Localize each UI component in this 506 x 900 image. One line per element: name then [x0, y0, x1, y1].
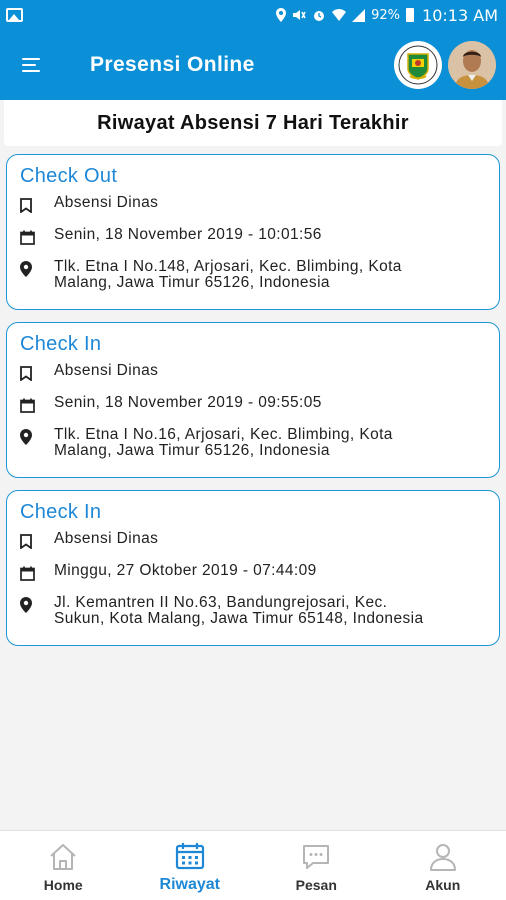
nav-label-pesan: Pesan	[295, 876, 337, 893]
signal-icon	[352, 8, 366, 22]
nav-item-riwayat[interactable]: Riwayat	[127, 831, 254, 900]
alarm-icon	[314, 11, 325, 21]
location-pin-icon	[20, 596, 40, 614]
attendance-card[interactable]: Check Out Absensi Dinas Senin, 18 Novemb…	[6, 154, 500, 310]
battery-icon	[406, 8, 415, 22]
user-icon	[429, 843, 456, 871]
wifi-icon	[332, 9, 347, 21]
calendar-icon	[20, 564, 40, 582]
nav-item-home[interactable]: Home	[0, 831, 127, 900]
bookmark-icon	[20, 196, 40, 214]
nav-label-home: Home	[43, 876, 83, 893]
calendar-icon	[175, 842, 204, 869]
status-bar: 92% 10:13 AM	[0, 0, 506, 30]
bookmark-icon	[20, 364, 40, 382]
attendance-address: Tlk. Etna I No.16, Arjosari, Kec. Blimbi…	[54, 427, 393, 459]
address-line-2: Malang, Jawa Timur 65126, Indonesia	[54, 274, 330, 291]
battery-percent: 92%	[371, 7, 401, 23]
attendance-datetime: Minggu, 27 Oktober 2019 - 07:44:09	[54, 562, 317, 579]
menu-icon[interactable]	[22, 57, 42, 73]
nav-label-akun: Akun	[425, 876, 461, 893]
status-time: 10:13 AM	[422, 5, 498, 25]
avatar[interactable]	[448, 41, 496, 89]
nav-label-riwayat: Riwayat	[159, 875, 220, 893]
attendance-address: Tlk. Etna I No.148, Arjosari, Kec. Blimb…	[54, 259, 402, 291]
bottom-navigation: Home Riwayat Pesan Akun	[0, 830, 506, 900]
attendance-datetime: Senin, 18 November 2019 - 09:55:05	[54, 394, 322, 411]
app-bar: Presensi Online	[0, 30, 506, 100]
attendance-type: Check In	[20, 501, 102, 523]
location-icon	[276, 8, 287, 22]
home-icon	[50, 843, 76, 870]
nav-item-akun[interactable]: Akun	[380, 831, 506, 900]
calendar-icon	[20, 228, 40, 246]
gallery-notification-icon	[6, 8, 23, 22]
address-line-2: Sukun, Kota Malang, Jawa Timur 65148, In…	[54, 610, 424, 627]
section-title: Riwayat Absensi 7 Hari Terakhir	[4, 100, 502, 146]
attendance-category: Absensi Dinas	[54, 530, 159, 547]
attendance-type: Check Out	[20, 165, 118, 187]
nav-item-pesan[interactable]: Pesan	[253, 831, 380, 900]
attendance-category: Absensi Dinas	[54, 194, 159, 211]
location-pin-icon	[20, 428, 40, 446]
attendance-card[interactable]: Check In Absensi Dinas Minggu, 27 Oktobe…	[6, 490, 500, 646]
attendance-category: Absensi Dinas	[54, 362, 159, 379]
attendance-type: Check In	[20, 333, 102, 355]
address-line-1: Tlk. Etna I No.148, Arjosari, Kec. Blimb…	[54, 258, 402, 275]
attendance-datetime: Senin, 18 November 2019 - 10:01:56	[54, 226, 322, 243]
location-pin-icon	[20, 260, 40, 278]
chat-icon	[303, 844, 330, 869]
mute-icon	[293, 10, 306, 20]
bookmark-icon	[20, 532, 40, 550]
address-line-1: Jl. Kemantren II No.63, Bandungrejosari,…	[54, 594, 388, 611]
government-logo-icon	[394, 41, 442, 89]
app-title: Presensi Online	[90, 53, 255, 76]
attendance-card[interactable]: Check In Absensi Dinas Senin, 18 Novembe…	[6, 322, 500, 478]
attendance-list: Check Out Absensi Dinas Senin, 18 Novemb…	[0, 146, 506, 646]
calendar-icon	[20, 396, 40, 414]
address-line-1: Tlk. Etna I No.16, Arjosari, Kec. Blimbi…	[54, 426, 393, 443]
address-line-2: Malang, Jawa Timur 65126, Indonesia	[54, 442, 330, 459]
attendance-address: Jl. Kemantren II No.63, Bandungrejosari,…	[54, 595, 424, 627]
